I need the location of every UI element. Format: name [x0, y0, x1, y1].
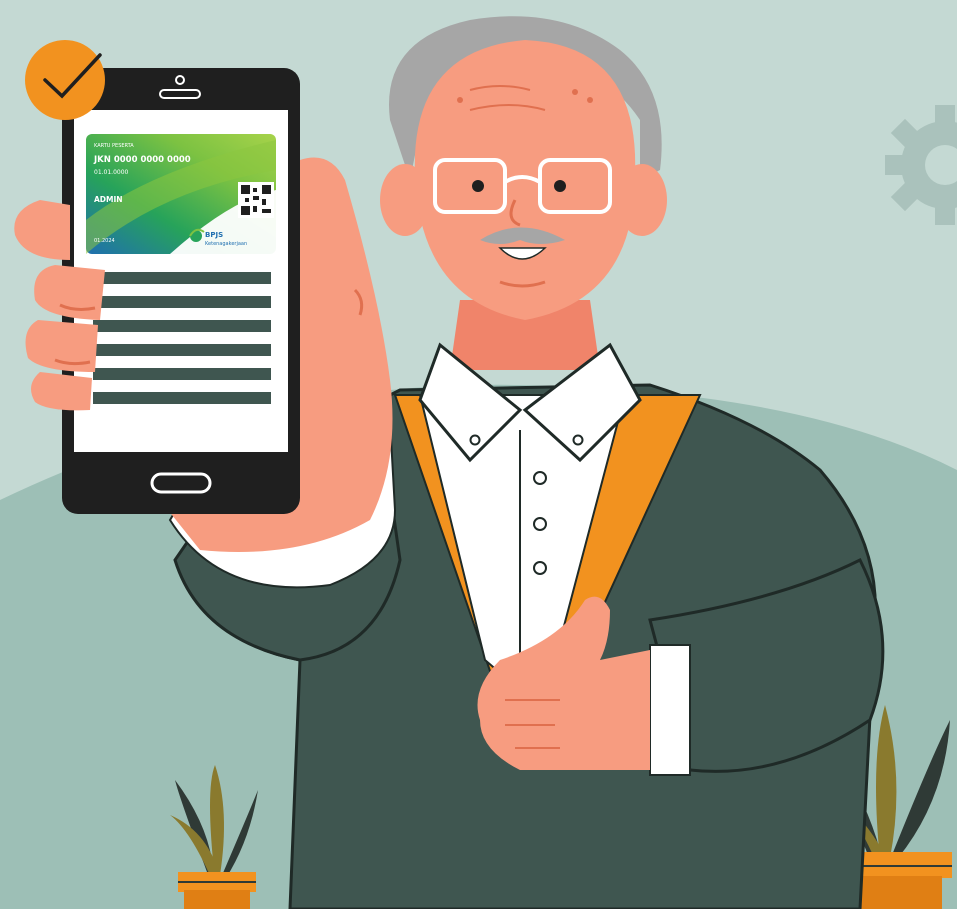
- card-brand-sub: Ketenagakerjaan: [205, 241, 247, 247]
- eye-left: [472, 180, 484, 192]
- membership-card: KARTU PESERTA JKN 0000 0000 0000 01.01.0…: [86, 134, 276, 254]
- illustration-scene: KARTU PESERTA JKN 0000 0000 0000 01.01.0…: [0, 0, 957, 909]
- card-date: 01.2024: [94, 238, 115, 244]
- card-number: JKN 0000 0000 0000: [93, 155, 191, 165]
- card-header: KARTU PESERTA: [94, 143, 134, 149]
- card-brand: BPJS: [205, 231, 223, 239]
- illustration-svg: KARTU PESERTA JKN 0000 0000 0000 01.01.0…: [0, 0, 957, 909]
- card-holder-name: ADMIN: [94, 195, 123, 204]
- qr-code-icon: [238, 182, 274, 218]
- card-sub: 01.01.0000: [94, 169, 129, 176]
- check-icon: [25, 40, 105, 120]
- eye-right: [554, 180, 566, 192]
